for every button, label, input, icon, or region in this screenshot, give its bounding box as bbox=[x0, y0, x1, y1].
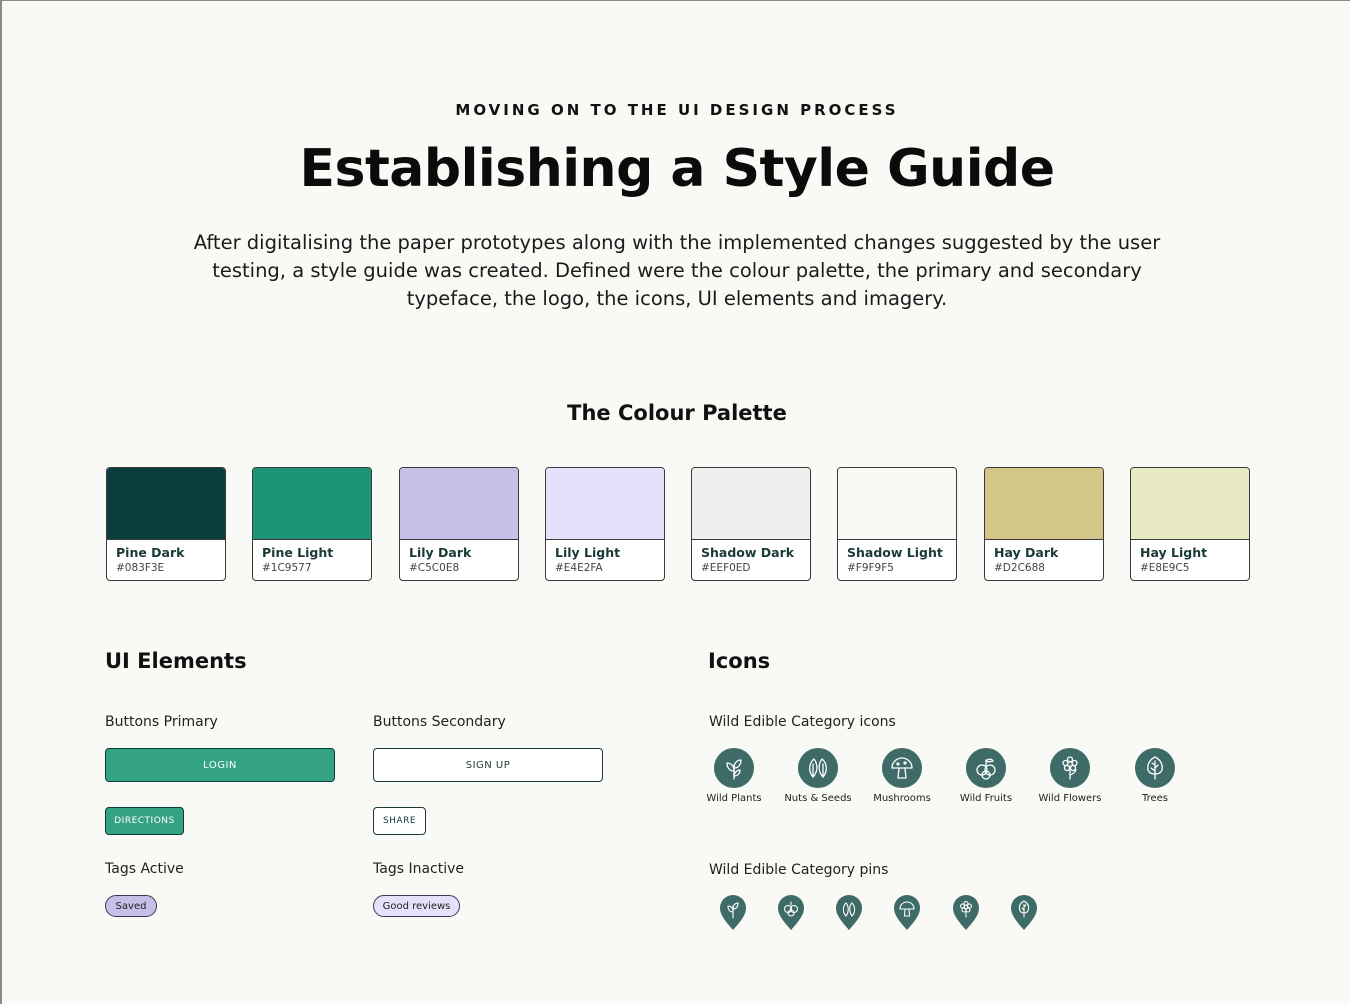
plant-pin-icon[interactable] bbox=[719, 895, 747, 931]
swatch-name: Pine Dark bbox=[116, 545, 185, 560]
swatch-name: Lily Light bbox=[555, 545, 621, 560]
colour-palette: Pine Dark #083F3E Pine Light #1C9577 Lil… bbox=[106, 467, 1252, 583]
eyebrow-heading: MOVING ON TO THE UI DESIGN PROCESS bbox=[455, 101, 899, 119]
swatch-name: Lily Dark bbox=[409, 545, 472, 560]
share-button[interactable]: SHARE bbox=[373, 807, 426, 835]
swatch-hex: #083F3E bbox=[116, 562, 165, 574]
page-title: Establishing a Style Guide bbox=[299, 139, 1055, 199]
tree-icon bbox=[1135, 748, 1175, 788]
swatch-hex: #EEF0ED bbox=[701, 562, 751, 574]
category-trees[interactable]: Trees bbox=[1113, 748, 1197, 804]
category-wild-flowers[interactable]: Wild Flowers bbox=[1028, 748, 1112, 804]
category-mushrooms[interactable]: Mushrooms bbox=[860, 748, 944, 804]
mushroom-pin-icon[interactable] bbox=[893, 895, 921, 931]
swatch-hex: #D2C688 bbox=[994, 562, 1045, 574]
swatch-chip bbox=[253, 468, 371, 540]
tree-pin-icon[interactable] bbox=[1010, 895, 1038, 931]
swatch-chip bbox=[838, 468, 956, 540]
swatch-lily-light: Lily Light #E4E2FA bbox=[545, 467, 665, 581]
buttons-primary-label: Buttons Primary bbox=[105, 714, 218, 730]
swatch-chip bbox=[400, 468, 518, 540]
seeds-icon bbox=[798, 748, 838, 788]
category-label: Nuts & Seeds bbox=[784, 793, 852, 804]
tags-active-label: Tags Active bbox=[105, 861, 184, 877]
swatch-chip bbox=[985, 468, 1103, 540]
ui-elements-title: UI Elements bbox=[105, 649, 247, 673]
swatch-hay-light: Hay Light #E8E9C5 bbox=[1130, 467, 1250, 581]
icons-title: Icons bbox=[708, 649, 771, 673]
login-button[interactable]: LOGIN bbox=[105, 748, 335, 782]
swatch-shadow-dark: Shadow Dark #EEF0ED bbox=[691, 467, 811, 581]
swatch-lily-dark: Lily Dark #C5C0E8 bbox=[399, 467, 519, 581]
swatch-hex: #C5C0E8 bbox=[409, 562, 460, 574]
swatch-hex: #E8E9C5 bbox=[1140, 562, 1190, 574]
buttons-secondary-label: Buttons Secondary bbox=[373, 714, 506, 730]
mushroom-icon bbox=[882, 748, 922, 788]
fruit-pin-icon[interactable] bbox=[777, 895, 805, 931]
swatch-chip bbox=[107, 468, 225, 540]
category-label: Trees bbox=[1141, 793, 1169, 804]
directions-button[interactable]: DIRECTIONS bbox=[105, 807, 184, 835]
intro-paragraph: After digitalising the paper prototypes … bbox=[193, 231, 1161, 310]
swatch-hex: #1C9577 bbox=[262, 562, 312, 574]
swatch-name: Hay Dark bbox=[994, 545, 1059, 560]
sign-up-button[interactable]: SIGN UP bbox=[373, 748, 603, 782]
swatch-name: Shadow Light bbox=[847, 545, 943, 560]
swatch-chip bbox=[692, 468, 810, 540]
category-wild-fruits[interactable]: Wild Fruits bbox=[944, 748, 1028, 804]
swatch-hay-dark: Hay Dark #D2C688 bbox=[984, 467, 1104, 581]
fruit-icon bbox=[966, 748, 1006, 788]
category-icons-label: Wild Edible Category icons bbox=[709, 714, 896, 730]
swatch-name: Hay Light bbox=[1140, 545, 1208, 560]
swatch-name: Pine Light bbox=[262, 545, 334, 560]
swatch-pine-light: Pine Light #1C9577 bbox=[252, 467, 372, 581]
swatch-shadow-light: Shadow Light #F9F9F5 bbox=[837, 467, 957, 581]
swatch-pine-dark: Pine Dark #083F3E bbox=[106, 467, 226, 581]
tags-inactive-label: Tags Inactive bbox=[373, 861, 464, 877]
category-nuts-seeds[interactable]: Nuts & Seeds bbox=[776, 748, 860, 804]
category-label: Wild Plants bbox=[706, 793, 762, 804]
category-wild-plants[interactable]: Wild Plants bbox=[692, 748, 776, 804]
plant-icon bbox=[714, 748, 754, 788]
swatch-hex: #E4E2FA bbox=[555, 562, 603, 574]
tag-good-reviews[interactable]: Good reviews bbox=[373, 895, 460, 917]
swatch-hex: #F9F9F5 bbox=[847, 562, 894, 574]
swatch-chip bbox=[1131, 468, 1249, 540]
category-pins-label: Wild Edible Category pins bbox=[709, 862, 889, 878]
palette-title: The Colour Palette bbox=[567, 401, 787, 425]
flower-pin-icon[interactable] bbox=[952, 895, 980, 931]
category-label: Wild Fruits bbox=[959, 793, 1013, 804]
flower-icon bbox=[1050, 748, 1090, 788]
seeds-pin-icon[interactable] bbox=[835, 895, 863, 931]
swatch-chip bbox=[546, 468, 664, 540]
tag-saved[interactable]: Saved bbox=[105, 895, 157, 917]
category-label: Mushrooms bbox=[873, 793, 931, 804]
category-label: Wild Flowers bbox=[1038, 793, 1102, 804]
swatch-name: Shadow Dark bbox=[701, 545, 795, 560]
